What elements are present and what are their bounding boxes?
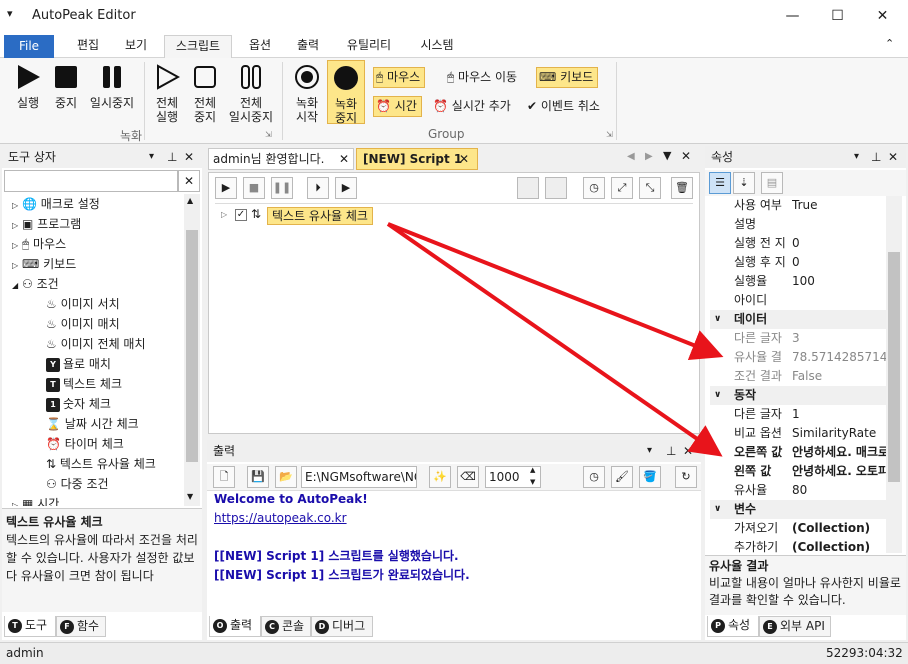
arrow-to-compare-values (386, 222, 723, 457)
status-time: 52293:04:32 (826, 646, 903, 660)
status-user: admin (6, 646, 44, 660)
annotation-arrows (386, 222, 724, 457)
arrow-to-similarity-result (387, 222, 724, 361)
status-bar: admin 52293:04:32 (0, 642, 908, 664)
